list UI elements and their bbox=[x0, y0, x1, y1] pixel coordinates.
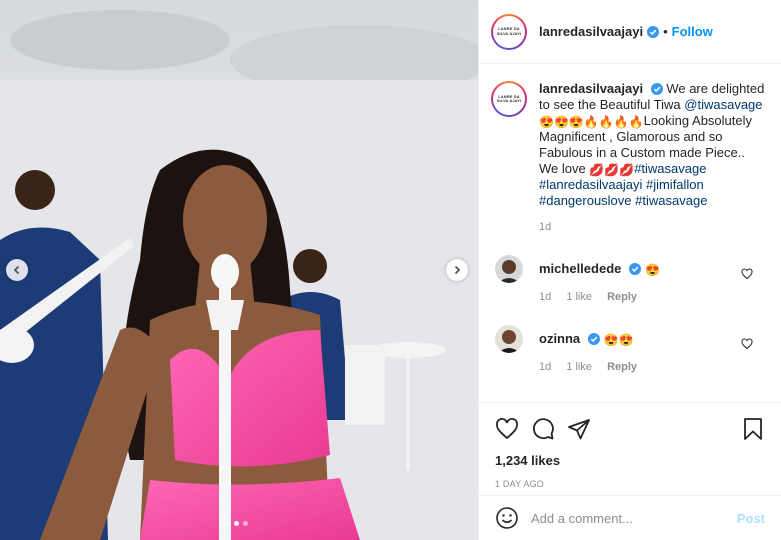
commenter-avatar[interactable] bbox=[495, 255, 523, 283]
post-header: LANRE DA SILVA AJAYI lanredasilvaajayi •… bbox=[479, 0, 781, 64]
lips-emojis: 💋💋💋 bbox=[589, 163, 635, 177]
brand-logo: LANRE DA SILVA AJAYI bbox=[496, 93, 522, 103]
verified-badge-icon bbox=[647, 25, 660, 38]
hashtag-link[interactable]: #tiwasavage bbox=[634, 161, 706, 176]
comment-age: 1d bbox=[539, 361, 552, 373]
hashtag-link[interactable]: #dangerouslove bbox=[539, 193, 632, 208]
comment-age: 1d bbox=[539, 291, 552, 303]
avatar-image bbox=[495, 325, 523, 353]
comment-text: 😍😍 bbox=[603, 333, 634, 347]
comment-icon bbox=[533, 418, 554, 440]
chevron-left-icon bbox=[13, 265, 20, 275]
comment-button[interactable] bbox=[531, 417, 555, 441]
caption-love-text: We love bbox=[539, 161, 586, 176]
commenter-avatar[interactable] bbox=[495, 325, 523, 353]
verified-badge-icon bbox=[650, 83, 663, 95]
add-comment-bar: Post bbox=[479, 495, 781, 540]
post-photo bbox=[0, 0, 478, 540]
smiley-icon[interactable] bbox=[495, 506, 519, 530]
heart-icon bbox=[496, 418, 518, 440]
carousel-dot-active bbox=[234, 521, 239, 526]
post-panel: LANRE DA SILVA AJAYI lanredasilvaajayi •… bbox=[478, 0, 781, 540]
author-avatar[interactable]: LANRE DA SILVA AJAYI bbox=[491, 13, 527, 50]
separator-dot: • bbox=[663, 24, 668, 39]
reply-button[interactable]: Reply bbox=[607, 361, 637, 373]
author-username[interactable]: lanredasilvaajayi bbox=[539, 24, 643, 39]
brand-logo: LANRE DA SILVA AJAYI bbox=[496, 26, 522, 36]
caption-username[interactable]: lanredasilvaajayi bbox=[539, 81, 643, 96]
reply-button[interactable]: Reply bbox=[607, 291, 637, 303]
verified-badge-icon bbox=[588, 333, 601, 345]
bookmark-icon bbox=[744, 418, 762, 440]
hashtag-link[interactable]: #tiwasavage bbox=[635, 193, 707, 208]
follow-button[interactable]: Follow bbox=[672, 24, 713, 39]
avatar-image bbox=[495, 255, 523, 283]
hashtag-link[interactable]: #lanredasilvaajayi bbox=[539, 177, 642, 192]
comment-item: michelledede 😍 1d 1 like Reply bbox=[491, 255, 765, 305]
comment-input[interactable] bbox=[531, 510, 737, 526]
caption-avatar[interactable]: LANRE DA SILVA AJAYI bbox=[491, 81, 527, 117]
caption-emojis: 😍😍😍🔥🔥🔥🔥 bbox=[539, 115, 644, 129]
comment-likes[interactable]: 1 like bbox=[566, 291, 592, 303]
heart-icon[interactable] bbox=[741, 268, 753, 280]
verified-badge-icon bbox=[629, 263, 642, 275]
carousel-prev-button[interactable] bbox=[6, 259, 28, 281]
post-caption: LANRE DA SILVA AJAYI lanredasilvaajayi W… bbox=[491, 81, 765, 235]
caption-age: 1d bbox=[539, 221, 552, 233]
comment-likes[interactable]: 1 like bbox=[566, 361, 592, 373]
post-media[interactable] bbox=[0, 0, 478, 540]
carousel-indicator bbox=[225, 521, 248, 526]
likes-count[interactable]: 1,234 likes bbox=[495, 453, 765, 468]
save-button[interactable] bbox=[741, 417, 765, 441]
commenter-username[interactable]: ozinna bbox=[539, 331, 580, 346]
heart-icon[interactable] bbox=[741, 338, 753, 350]
carousel-next-button[interactable] bbox=[446, 259, 468, 281]
post-actions: 1,234 likes 1 DAY AGO bbox=[479, 402, 781, 489]
chevron-right-icon bbox=[454, 265, 461, 275]
mention-link[interactable]: @tiwasavage bbox=[684, 97, 762, 112]
hashtag-link[interactable]: #jimifallon bbox=[646, 177, 704, 192]
comments-section[interactable]: LANRE DA SILVA AJAYI lanredasilvaajayi W… bbox=[479, 65, 781, 402]
commenter-username[interactable]: michelledede bbox=[539, 261, 621, 276]
comment-item: ozinna 😍😍 1d 1 like Reply bbox=[491, 325, 765, 375]
share-icon bbox=[568, 419, 590, 440]
comment-text: 😍 bbox=[645, 263, 660, 277]
post-comment-button[interactable]: Post bbox=[737, 511, 765, 526]
like-button[interactable] bbox=[495, 417, 519, 441]
share-button[interactable] bbox=[567, 417, 591, 441]
carousel-dot bbox=[243, 521, 248, 526]
post-date: 1 DAY AGO bbox=[495, 479, 544, 489]
carousel-dot bbox=[225, 521, 230, 526]
